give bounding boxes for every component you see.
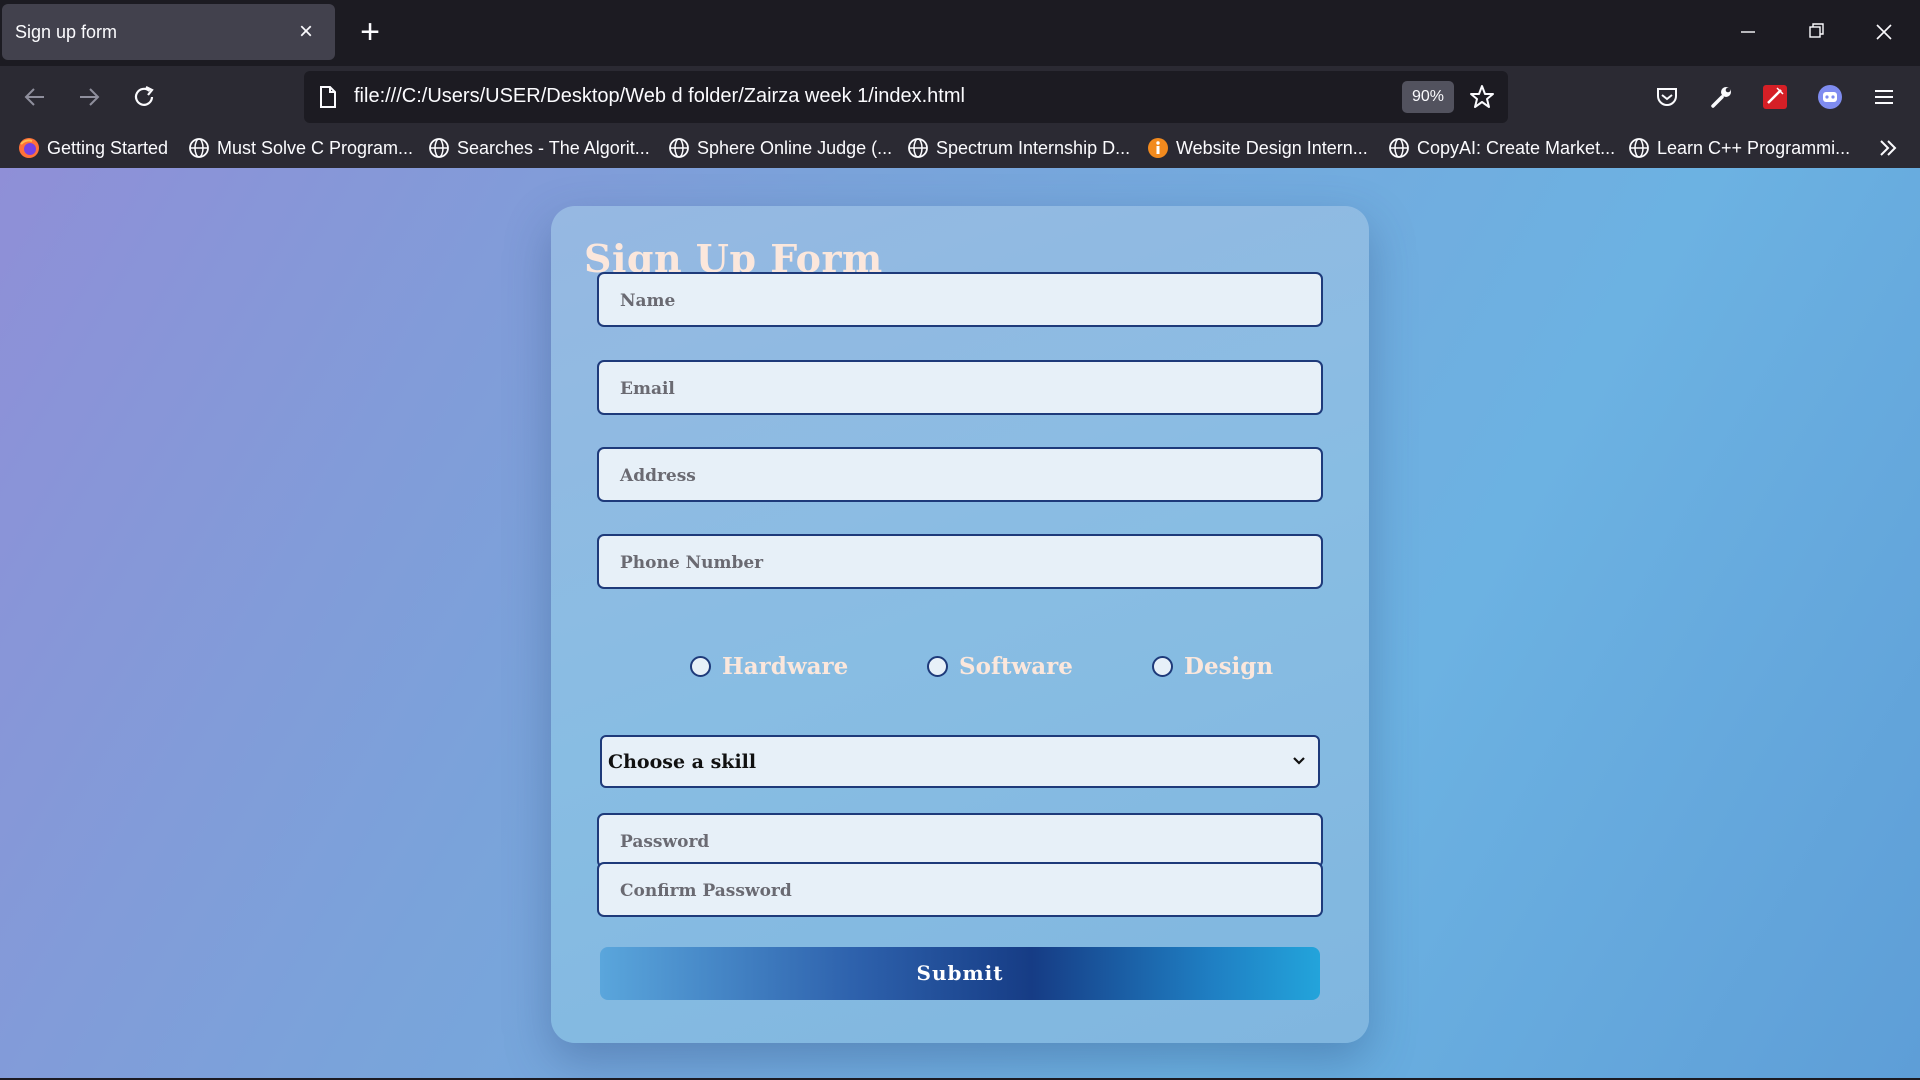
extension-red-icon[interactable]: [1758, 80, 1792, 114]
skill-select[interactable]: Choose a skill: [600, 735, 1320, 788]
bookmark-item[interactable]: Searches - The Algorit...: [428, 133, 650, 163]
menu-icon[interactable]: [1867, 80, 1901, 114]
firefox-icon: [18, 137, 40, 159]
globe-icon: [1388, 137, 1410, 159]
address-bar[interactable]: file:///C:/Users/USER/Desktop/Web d fold…: [304, 71, 1508, 123]
globe-icon: [907, 137, 929, 159]
bookmark-item[interactable]: Learn C++ Programmi...: [1628, 133, 1850, 163]
back-icon[interactable]: [18, 80, 52, 114]
bookmarks-bar: Getting Started Must Solve C Program... …: [0, 128, 1920, 168]
signup-card: Sign Up Form Name Email Address Phone Nu…: [551, 206, 1369, 1043]
bookmark-star-icon[interactable]: [1466, 81, 1498, 113]
tab-title: Sign up form: [15, 22, 118, 42]
minimize-icon[interactable]: [1726, 12, 1770, 52]
radio-label: Software: [959, 653, 1073, 680]
account-icon[interactable]: [1813, 80, 1847, 114]
bookmark-label: CopyAI: Create Market...: [1417, 137, 1616, 158]
password-placeholder: Password: [620, 832, 710, 852]
bookmark-label: Must Solve C Program...: [217, 137, 414, 158]
bookmark-label: Spectrum Internship D...: [936, 137, 1131, 158]
bookmark-label: Searches - The Algorit...: [457, 137, 650, 158]
reload-icon[interactable]: [127, 80, 161, 114]
email-placeholder: Email: [620, 379, 675, 399]
restore-icon[interactable]: [1794, 12, 1838, 52]
address-placeholder: Address: [620, 466, 696, 486]
tab-close-icon[interactable]: ×: [291, 17, 321, 47]
bookmarks-overflow-icon[interactable]: [1876, 133, 1900, 163]
tab-active[interactable]: Sign up form ×: [2, 4, 335, 60]
phone-field[interactable]: Phone Number: [597, 534, 1323, 589]
chevron-down-icon: [1288, 750, 1310, 772]
confirm-password-placeholder: Confirm Password: [620, 881, 792, 901]
bookmark-label: Website Design Intern...: [1176, 137, 1368, 158]
submit-button[interactable]: Submit: [600, 947, 1320, 1000]
globe-icon: [668, 137, 690, 159]
radio-design[interactable]: Design: [1152, 653, 1273, 680]
page-icon: [312, 81, 344, 113]
wrench-icon[interactable]: [1704, 80, 1738, 114]
bookmark-item[interactable]: Must Solve C Program...: [188, 133, 413, 163]
new-tab-icon[interactable]: +: [354, 15, 386, 49]
bookmark-item[interactable]: Getting Started: [18, 133, 168, 163]
zoom-level-badge[interactable]: 90%: [1402, 81, 1454, 113]
radio-software[interactable]: Software: [927, 653, 1073, 680]
radio-label: Hardware: [722, 653, 849, 680]
name-field[interactable]: Name: [597, 272, 1323, 327]
url-text: file:///C:/Users/USER/Desktop/Web d fold…: [354, 85, 965, 107]
bookmark-label: Sphere Online Judge (...: [697, 137, 893, 158]
radio-hardware[interactable]: Hardware: [690, 653, 848, 680]
forward-icon[interactable]: [72, 80, 106, 114]
navigation-toolbar: file:///C:/Users/USER/Desktop/Web d fold…: [0, 66, 1920, 128]
name-placeholder: Name: [620, 291, 676, 311]
address-field[interactable]: Address: [597, 447, 1323, 502]
radio-label: Design: [1184, 653, 1274, 680]
phone-placeholder: Phone Number: [620, 553, 764, 573]
radio-button[interactable]: [927, 656, 948, 677]
radio-button[interactable]: [1152, 656, 1173, 677]
tab-bar: Sign up form × +: [0, 0, 1920, 66]
globe-icon: [1628, 137, 1650, 159]
bookmark-item[interactable]: Sphere Online Judge (...: [668, 133, 892, 163]
email-field[interactable]: Email: [597, 360, 1323, 415]
bookmark-label: Getting Started: [47, 137, 169, 158]
confirm-password-field[interactable]: Confirm Password: [597, 862, 1323, 917]
radio-button[interactable]: [690, 656, 711, 677]
globe-icon: [188, 137, 210, 159]
page-viewport: Sign Up Form Name Email Address Phone Nu…: [0, 168, 1920, 1078]
skill-select-value: Choose a skill: [608, 751, 757, 773]
pocket-icon[interactable]: [1650, 80, 1684, 114]
password-field[interactable]: Password: [597, 813, 1323, 868]
info-icon: [1147, 137, 1169, 159]
bookmark-item[interactable]: Spectrum Internship D...: [907, 133, 1130, 163]
globe-icon: [428, 137, 450, 159]
bookmark-item[interactable]: Website Design Intern...: [1147, 133, 1368, 163]
close-window-icon[interactable]: [1862, 12, 1906, 52]
bookmark-label: Learn C++ Programmi...: [1657, 137, 1851, 158]
bookmark-item[interactable]: CopyAI: Create Market...: [1388, 133, 1615, 163]
